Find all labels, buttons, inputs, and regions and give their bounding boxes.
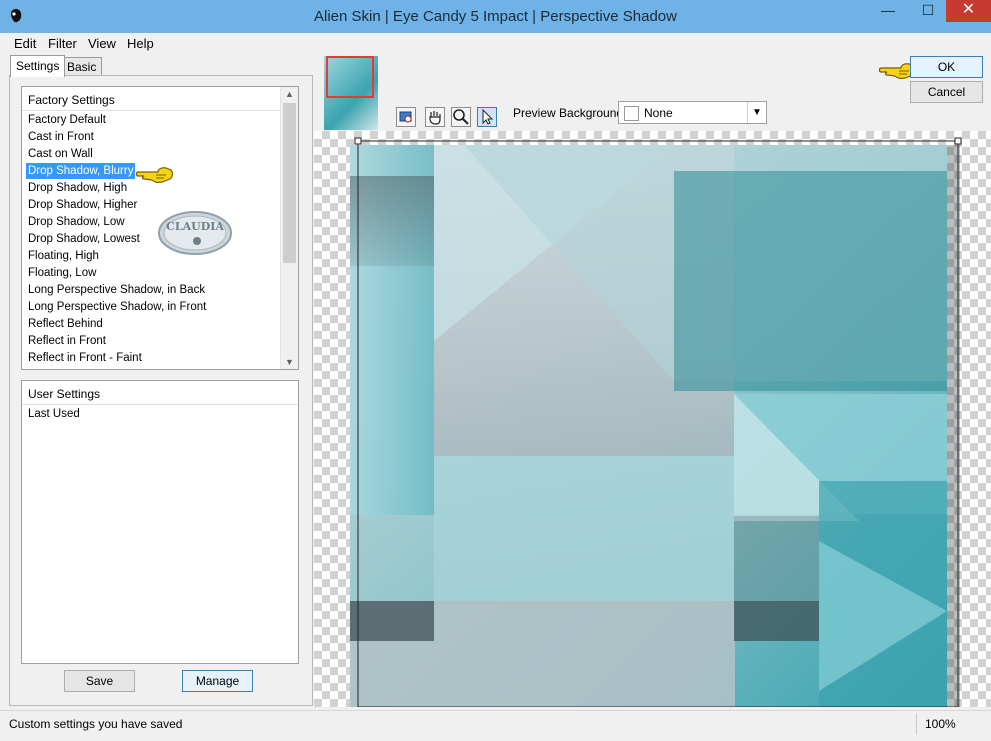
navigate-tool-button[interactable] xyxy=(396,107,416,127)
hand-tool-button[interactable] xyxy=(425,107,445,127)
factory-setting-item[interactable]: Cast on Wall xyxy=(26,146,95,162)
menu-view[interactable]: View xyxy=(88,36,116,51)
title-bar: Alien Skin | Eye Candy 5 Impact | Perspe… xyxy=(0,0,991,33)
status-message: Custom settings you have saved xyxy=(9,717,183,731)
menu-edit[interactable]: Edit xyxy=(14,36,36,51)
status-divider xyxy=(916,713,917,735)
background-swatch xyxy=(624,106,639,121)
user-settings-list[interactable]: User Settings Last Used xyxy=(21,380,299,664)
zoom-level: 100% xyxy=(925,717,956,731)
scroll-down-icon[interactable]: ▼ xyxy=(281,357,298,367)
preview-canvas[interactable] xyxy=(314,131,991,707)
pointer-tool-icon xyxy=(482,108,494,125)
tab-basic[interactable]: Basic xyxy=(61,57,103,76)
factory-setting-item[interactable]: Reflect in Front xyxy=(26,333,108,349)
claudia-watermark: CLAUDIA xyxy=(158,211,232,255)
navigator-view-rect[interactable] xyxy=(326,56,374,98)
zoom-tool-icon xyxy=(453,109,469,125)
zoom-tool-button[interactable] xyxy=(451,107,471,127)
pointer-tool-button[interactable] xyxy=(477,107,497,127)
factory-setting-item[interactable]: Drop Shadow, Low xyxy=(26,214,127,230)
maximize-button[interactable]: ☐ xyxy=(910,0,946,22)
factory-setting-item[interactable]: Drop Shadow, Blurry xyxy=(26,163,136,179)
factory-setting-item[interactable]: Long Perspective Shadow, in Back xyxy=(26,282,207,298)
factory-setting-item[interactable]: Reflect Behind xyxy=(26,316,105,332)
factory-settings-header: Factory Settings xyxy=(28,93,115,107)
preview-background-select[interactable]: None ▼ xyxy=(618,101,767,124)
cancel-button[interactable]: Cancel xyxy=(910,81,983,103)
factory-setting-item[interactable]: Floating, High xyxy=(26,248,101,264)
list-divider xyxy=(22,404,298,405)
navigate-tool-icon xyxy=(399,111,412,123)
close-button[interactable]: ✕ xyxy=(946,0,991,22)
watermark-text: CLAUDIA xyxy=(166,220,224,233)
scroll-up-icon[interactable]: ▲ xyxy=(281,89,298,99)
chevron-down-icon[interactable]: ▼ xyxy=(747,102,766,123)
factory-setting-item[interactable]: Floating, Low xyxy=(26,265,98,281)
factory-setting-item[interactable]: Factory Default xyxy=(26,112,108,128)
list-divider xyxy=(22,110,281,111)
save-button[interactable]: Save xyxy=(64,670,135,692)
factory-setting-item[interactable]: Drop Shadow, Lowest xyxy=(26,231,142,247)
menu-bar: Edit Filter View Help xyxy=(7,33,985,53)
minimize-button[interactable]: — xyxy=(866,0,910,22)
hand-tool-icon xyxy=(429,111,441,125)
ok-button[interactable]: OK xyxy=(910,56,983,78)
factory-list-scrollbar[interactable]: ▲ ▼ xyxy=(280,87,298,369)
menu-help[interactable]: Help xyxy=(127,36,154,51)
user-setting-item[interactable]: Last Used xyxy=(26,406,82,422)
scrollbar-thumb[interactable] xyxy=(283,103,296,263)
factory-setting-item[interactable]: Drop Shadow, High xyxy=(26,180,129,196)
preview-image xyxy=(350,137,962,707)
status-bar: Custom settings you have saved 100% xyxy=(0,710,991,741)
preview-background-value: None xyxy=(644,106,673,120)
factory-setting-item[interactable]: Drop Shadow, Higher xyxy=(26,197,139,213)
tab-settings[interactable]: Settings xyxy=(10,55,66,77)
user-settings-header: User Settings xyxy=(28,387,101,401)
window-title: Alien Skin | Eye Candy 5 Impact | Perspe… xyxy=(314,8,677,25)
factory-setting-item[interactable]: Cast in Front xyxy=(26,129,96,145)
pointing-hand-icon xyxy=(136,167,173,183)
preview-background-label: Preview Background: xyxy=(513,106,627,120)
manage-button[interactable]: Manage xyxy=(182,670,253,692)
factory-setting-item[interactable]: Reflect in Front - Faint xyxy=(26,350,144,366)
menu-filter[interactable]: Filter xyxy=(48,36,77,51)
factory-setting-item[interactable]: Long Perspective Shadow, in Front xyxy=(26,299,208,315)
